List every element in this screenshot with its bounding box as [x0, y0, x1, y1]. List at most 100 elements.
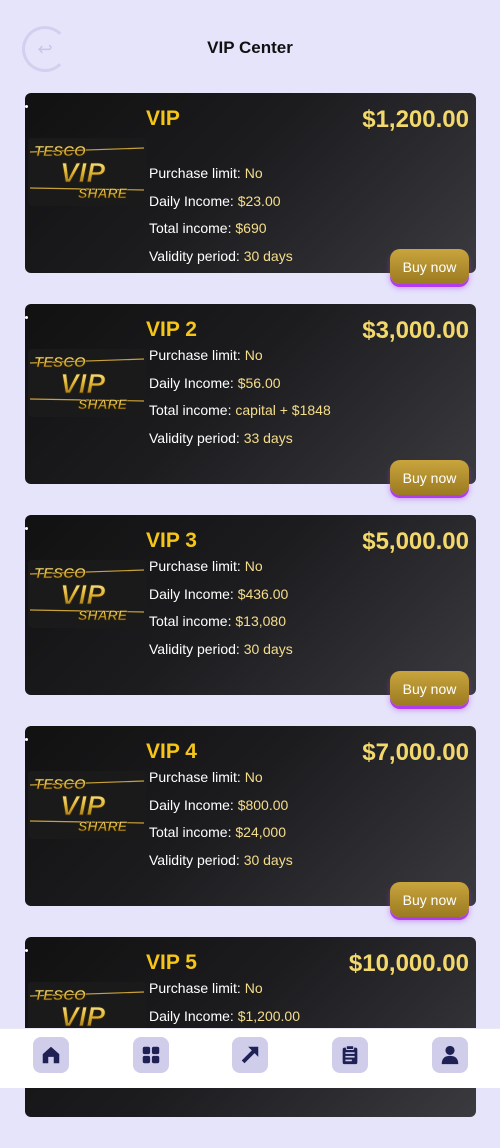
nav-profile[interactable] [432, 1037, 468, 1073]
nav-grid[interactable] [133, 1037, 169, 1073]
nav-home[interactable] [33, 1037, 69, 1073]
label: Daily Income: [149, 374, 238, 391]
tesco-vip-logo: TESCO VIP SHARE [28, 560, 146, 628]
value: $690 [235, 220, 267, 237]
plan-price: $7,000.00 [362, 739, 469, 766]
svg-text:SHARE: SHARE [78, 185, 128, 201]
plan-details: Purchase limit: No Daily Income: $436.00… [149, 558, 293, 668]
plan-details: Purchase limit: No Daily Income: $800.00… [149, 769, 293, 879]
label: Validity period: [149, 247, 244, 264]
value: No [244, 347, 263, 363]
plan-name: VIP 2 [146, 318, 197, 341]
card-dot [25, 527, 28, 530]
tesco-vip-logo: TESCO VIP SHARE [28, 771, 146, 839]
label: Total income: [149, 824, 236, 841]
value: 30 days [243, 851, 293, 868]
plan-name: VIP 4 [146, 740, 197, 763]
value: $24,000 [235, 824, 286, 841]
vip-plan-card: TESCO VIP SHARE VIP 5 $10,000.00 Purchas… [25, 937, 476, 1117]
label: Daily Income: [149, 796, 238, 813]
plan-name: VIP [146, 107, 180, 130]
buy-now-button[interactable]: Buy now [390, 249, 469, 284]
page-title: VIP Center [207, 38, 293, 57]
validity-row: Validity period: 30 days [149, 852, 293, 880]
card-dot [25, 738, 28, 741]
value: $13,080 [235, 613, 286, 630]
total-income-row: Total income: $24,000 [149, 824, 293, 852]
plan-details: Purchase limit: No Daily Income: $23.00 … [149, 165, 293, 275]
plan-name: VIP 3 [146, 529, 197, 552]
daily-income-row: Daily Income: $23.00 [149, 193, 293, 221]
purchase-limit-row: Purchase limit: No [149, 347, 331, 375]
buy-now-button[interactable]: Buy now [390, 460, 469, 495]
svg-text:SHARE: SHARE [78, 818, 128, 834]
home-icon [42, 1046, 60, 1064]
grid-icon [142, 1046, 160, 1064]
label: Purchase limit: [149, 347, 245, 363]
plan-price: $1,200.00 [362, 106, 469, 133]
plan-details: Purchase limit: No Daily Income: $56.00 … [149, 347, 331, 457]
nav-share[interactable] [232, 1037, 268, 1073]
user-icon [441, 1045, 459, 1065]
vip-plan-card: TESCO VIP SHARE VIP 2 $3,000.00 Purchase… [25, 304, 476, 495]
plan-price: $3,000.00 [362, 317, 469, 344]
label: Total income: [149, 402, 236, 419]
value: No [244, 980, 263, 996]
nav-orders[interactable] [332, 1037, 368, 1073]
value: $436.00 [237, 585, 289, 602]
bottom-nav [0, 1028, 500, 1088]
value: No [244, 558, 263, 574]
vip-plan-card: TESCO VIP SHARE VIP $1,200.00 Purchase l… [25, 93, 476, 284]
value: $23.00 [237, 192, 281, 209]
tesco-vip-logo: TESCO VIP SHARE [28, 349, 146, 417]
svg-text:VIP: VIP [60, 157, 105, 188]
label: Purchase limit: [149, 980, 245, 996]
label: Validity period: [149, 640, 244, 657]
label: Total income: [149, 220, 236, 237]
vip-plan-card: TESCO VIP SHARE VIP 3 $5,000.00 Purchase… [25, 515, 476, 706]
label: Daily Income: [149, 1007, 238, 1024]
share-arrow-icon [241, 1046, 259, 1064]
vip-plan-card: TESCO VIP SHARE VIP 4 $7,000.00 Purchase… [25, 726, 476, 917]
value: 30 days [243, 640, 293, 657]
value: $56.00 [237, 374, 281, 391]
daily-income-row: Daily Income: $800.00 [149, 797, 293, 825]
svg-text:VIP: VIP [60, 368, 105, 399]
buy-now-button[interactable]: Buy now [390, 671, 469, 706]
validity-row: Validity period: 33 days [149, 430, 331, 458]
buy-now-button[interactable]: Buy now [390, 882, 469, 917]
svg-text:SHARE: SHARE [78, 607, 128, 623]
label: Daily Income: [149, 585, 238, 602]
value: No [244, 165, 263, 181]
plan-price: $10,000.00 [348, 950, 469, 977]
purchase-limit-row: Purchase limit: No [149, 769, 293, 797]
validity-row: Validity period: 30 days [149, 641, 293, 669]
card-dot [25, 105, 28, 108]
card-dot [25, 949, 28, 952]
total-income-row: Total income: $13,080 [149, 613, 293, 641]
purchase-limit-row: Purchase limit: No [149, 165, 293, 193]
value: 30 days [243, 247, 293, 264]
daily-income-row: Daily Income: $56.00 [149, 375, 331, 403]
card-dot [25, 316, 28, 319]
plan-price: $5,000.00 [362, 528, 469, 555]
plan-details: Purchase limit: No Daily Income: $1,200.… [149, 980, 300, 1035]
svg-text:VIP: VIP [60, 579, 105, 610]
clipboard-icon [342, 1045, 358, 1065]
label: Purchase limit: [149, 769, 245, 785]
vip-plan-list: TESCO VIP SHARE VIP $1,200.00 Purchase l… [25, 93, 476, 1148]
value: $1,200.00 [237, 1007, 300, 1024]
label: Daily Income: [149, 192, 238, 209]
label: Purchase limit: [149, 165, 245, 181]
svg-text:VIP: VIP [60, 790, 105, 821]
label: Validity period: [149, 429, 244, 446]
label: Total income: [149, 613, 236, 630]
header: ↩ VIP Center [0, 0, 500, 92]
total-income-row: Total income: capital + $1848 [149, 402, 331, 430]
value: capital + $1848 [235, 402, 331, 419]
svg-text:SHARE: SHARE [78, 396, 128, 412]
label: Purchase limit: [149, 558, 245, 574]
value: 33 days [243, 429, 293, 446]
purchase-limit-row: Purchase limit: No [149, 558, 293, 586]
plan-name: VIP 5 [146, 951, 197, 974]
